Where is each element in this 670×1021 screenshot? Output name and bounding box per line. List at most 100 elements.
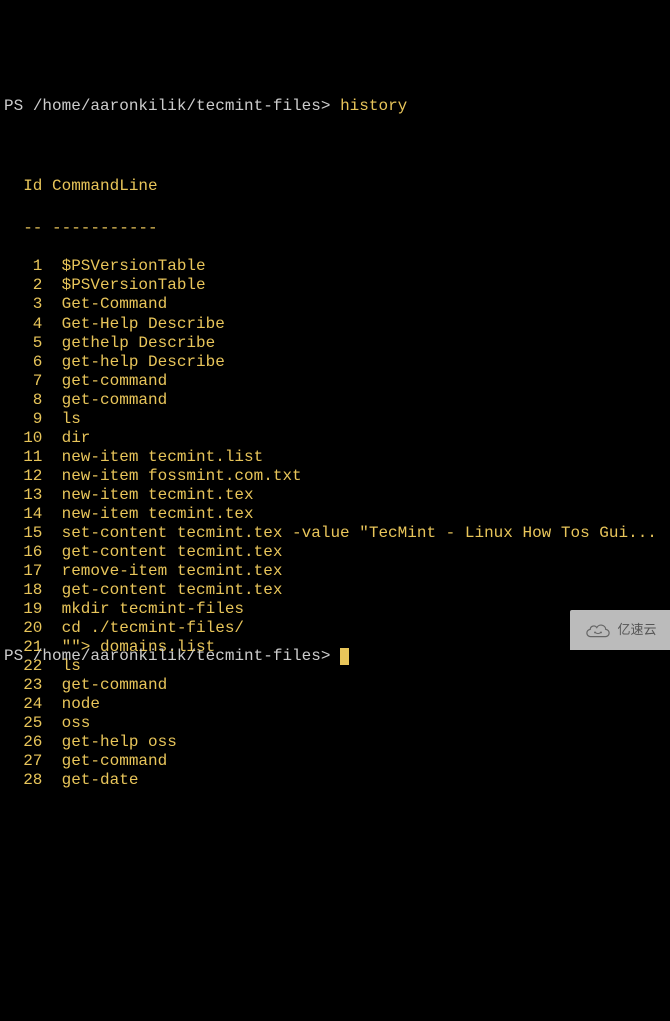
history-row: 28 get-date — [4, 771, 666, 790]
terminal-cursor — [340, 648, 349, 665]
history-row: 9 ls — [4, 410, 666, 429]
history-id: 18 — [4, 581, 42, 600]
ps-prompt-path-2: /home/aaronkilik/tecmint-files — [33, 647, 321, 665]
history-row: 19 mkdir tecmint-files — [4, 600, 666, 619]
history-command: node — [42, 695, 100, 713]
history-command: set-content tecmint.tex -value "TecMint … — [42, 524, 657, 542]
history-row: 15 set-content tecmint.tex -value "TecMi… — [4, 524, 666, 543]
history-row: 1 $PSVersionTable — [4, 257, 666, 276]
header-cmdline: CommandLine — [42, 177, 157, 195]
history-command: ls — [42, 410, 80, 428]
history-row: 17 remove-item tecmint.tex — [4, 562, 666, 581]
history-row: 3 Get-Command — [4, 295, 666, 314]
history-command: $PSVersionTable — [42, 257, 205, 275]
blank-line — [4, 135, 666, 154]
history-header: IdCommandLine — [4, 177, 666, 196]
history-id: 16 — [4, 543, 42, 562]
history-row: 14 new-item tecmint.tex — [4, 505, 666, 524]
history-header-underline: ------------- — [4, 219, 666, 238]
history-row: 10 dir — [4, 429, 666, 448]
history-command: oss — [42, 714, 90, 732]
history-id: 26 — [4, 733, 42, 752]
history-command: dir — [42, 429, 90, 447]
history-id: 7 — [4, 372, 42, 391]
history-id: 28 — [4, 771, 42, 790]
prompt-line-2[interactable]: PS /home/aaronkilik/tecmint-files> — [4, 647, 349, 666]
history-command: new-item tecmint.list — [42, 448, 263, 466]
history-id: 23 — [4, 676, 42, 695]
watermark-text: 亿速云 — [617, 622, 656, 637]
history-command: get-command — [42, 391, 167, 409]
history-command: get-help Describe — [42, 353, 224, 371]
history-id: 8 — [4, 391, 42, 410]
history-row: 20 cd ./tecmint-files/ — [4, 619, 666, 638]
history-command: remove-item tecmint.tex — [42, 562, 282, 580]
history-row: 4 Get-Help Describe — [4, 315, 666, 334]
history-id: 6 — [4, 353, 42, 372]
history-command: get-command — [42, 752, 167, 770]
history-row: 8 get-command — [4, 391, 666, 410]
header-cmdline-underline: ----------- — [42, 219, 157, 237]
history-row: 12 new-item fossmint.com.txt — [4, 467, 666, 486]
history-id: 20 — [4, 619, 42, 638]
history-id: 19 — [4, 600, 42, 619]
history-row: 11 new-item tecmint.list — [4, 448, 666, 467]
history-row: 26 get-help oss — [4, 733, 666, 752]
history-id: 14 — [4, 505, 42, 524]
history-row: 13 new-item tecmint.tex — [4, 486, 666, 505]
prompt-line-1: PS /home/aaronkilik/tecmint-files> histo… — [4, 97, 666, 116]
ps-prompt-sep: > — [321, 97, 340, 115]
history-id: 24 — [4, 695, 42, 714]
history-command: Get-Command — [42, 295, 167, 313]
history-command: new-item fossmint.com.txt — [42, 467, 301, 485]
history-command: $PSVersionTable — [42, 276, 205, 294]
header-id-underline: -- — [4, 219, 42, 238]
history-command: get-command — [42, 676, 167, 694]
watermark-badge: 亿速云 — [570, 610, 670, 650]
history-id: 11 — [4, 448, 42, 467]
history-row: 16 get-content tecmint.tex — [4, 543, 666, 562]
history-row: 24 node — [4, 695, 666, 714]
history-id: 4 — [4, 315, 42, 334]
history-command: mkdir tecmint-files — [42, 600, 244, 618]
history-id: 27 — [4, 752, 42, 771]
history-row: 7 get-command — [4, 372, 666, 391]
history-id: 25 — [4, 714, 42, 733]
history-command: get-date — [42, 771, 138, 789]
ps-prompt-path: /home/aaronkilik/tecmint-files — [33, 97, 321, 115]
history-id: 15 — [4, 524, 42, 543]
history-id: 5 — [4, 334, 42, 353]
history-row: 2 $PSVersionTable — [4, 276, 666, 295]
ps-prompt-sep-2: > — [321, 647, 340, 665]
entered-command: history — [340, 97, 407, 115]
history-command: get-content tecmint.tex — [42, 581, 282, 599]
history-id: 17 — [4, 562, 42, 581]
history-id: 1 — [4, 257, 42, 276]
blank-line-2 — [4, 809, 666, 828]
history-row: 23 get-command — [4, 676, 666, 695]
history-command: cd ./tecmint-files/ — [42, 619, 244, 637]
history-row: 27 get-command — [4, 752, 666, 771]
history-id: 12 — [4, 467, 42, 486]
history-command: get-command — [42, 372, 167, 390]
history-id: 9 — [4, 410, 42, 429]
ps-prompt-prefix: PS — [4, 97, 33, 115]
history-id: 3 — [4, 295, 42, 314]
history-command: new-item tecmint.tex — [42, 505, 253, 523]
ps-prompt-prefix-2: PS — [4, 647, 33, 665]
history-command: new-item tecmint.tex — [42, 486, 253, 504]
history-row: 5 gethelp Describe — [4, 334, 666, 353]
history-row: 25 oss — [4, 714, 666, 733]
history-list: 1 $PSVersionTable2 $PSVersionTable3 Get-… — [4, 257, 666, 790]
cloud-icon — [583, 619, 613, 641]
history-id: 2 — [4, 276, 42, 295]
terminal-output[interactable]: PS /home/aaronkilik/tecmint-files> histo… — [0, 76, 670, 849]
history-row: 6 get-help Describe — [4, 353, 666, 372]
history-command: get-content tecmint.tex — [42, 543, 282, 561]
history-id: 10 — [4, 429, 42, 448]
history-id: 13 — [4, 486, 42, 505]
history-command: Get-Help Describe — [42, 315, 224, 333]
history-row: 18 get-content tecmint.tex — [4, 581, 666, 600]
history-command: get-help oss — [42, 733, 176, 751]
header-id: Id — [4, 177, 42, 196]
